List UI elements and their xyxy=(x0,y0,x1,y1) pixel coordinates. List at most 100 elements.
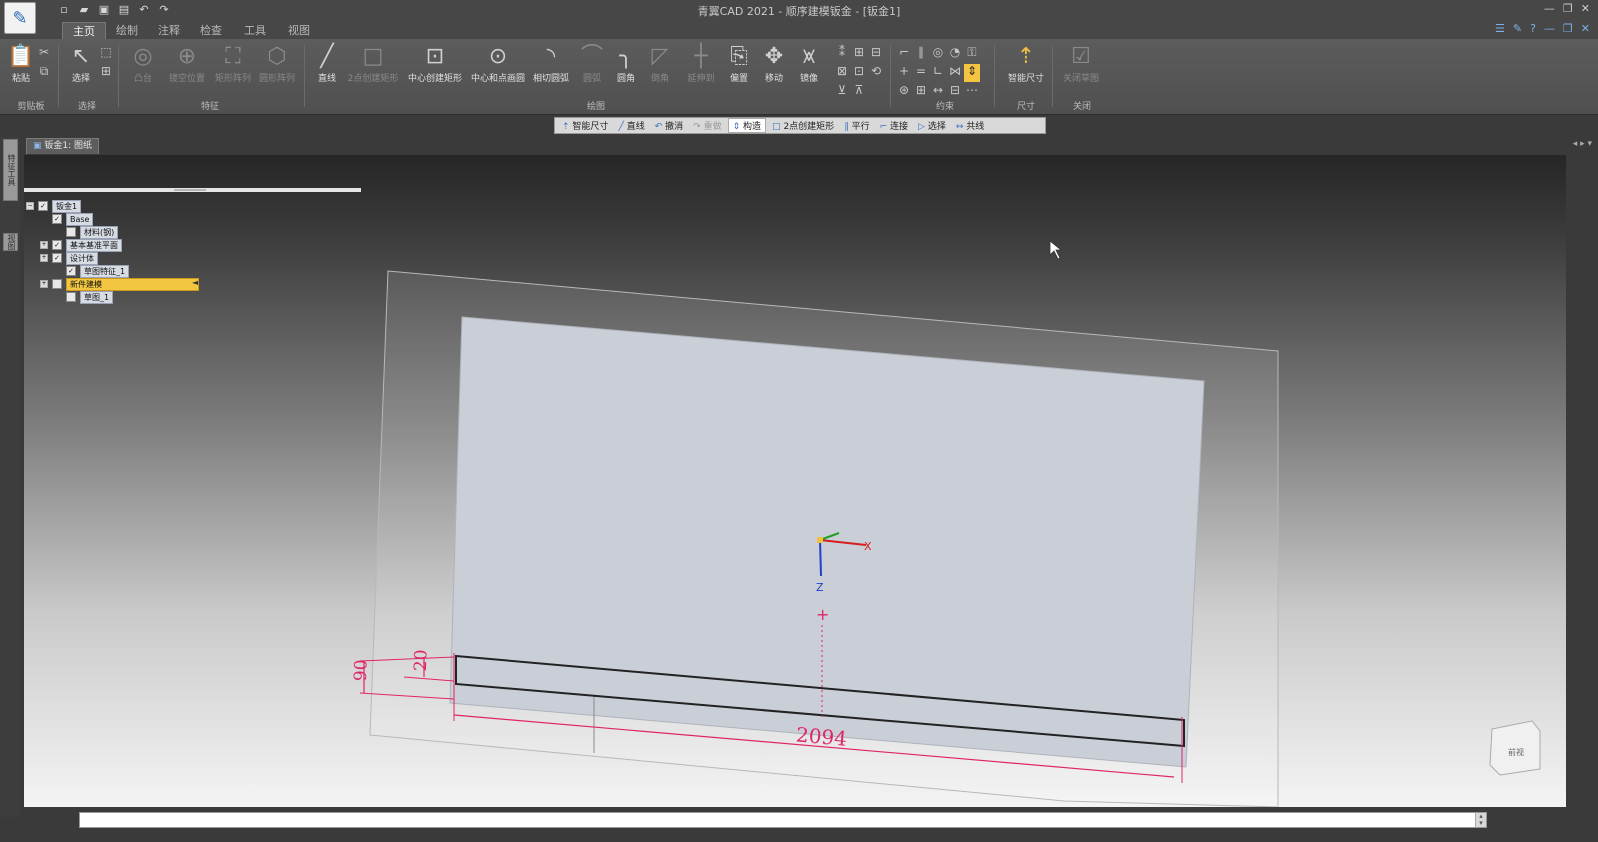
select-group-label: 选择 xyxy=(77,102,96,112)
cmd-connect[interactable]: ⌐ 连接 xyxy=(876,119,912,132)
cmd-smart-dim[interactable]: ⇡ 智能尺寸 xyxy=(558,119,612,132)
circ-pattern-icon: ⬡ xyxy=(267,44,287,69)
cmd-line[interactable]: ╱ 直线 xyxy=(614,119,648,132)
quick-access-toolbar: ▫ ▰ ▣ ▤ ↶ ↷ xyxy=(56,2,172,17)
ribbon-close-icon[interactable]: ✕ xyxy=(1581,22,1590,35)
project-icon[interactable]: ⊞ xyxy=(851,45,867,63)
equal-icon[interactable]: = xyxy=(913,64,929,82)
circle-center-button[interactable]: ⊙ 中心和点画圆 xyxy=(471,43,525,84)
trim-icon[interactable]: ⊠ xyxy=(834,64,850,82)
coincident-icon[interactable]: + xyxy=(896,64,912,82)
mirror-icon: ⩙ xyxy=(802,44,816,69)
mirror-button[interactable]: ⩙ 镜像 xyxy=(788,43,830,84)
cut-icon[interactable]: ✂ xyxy=(36,45,52,63)
origin-point xyxy=(817,537,823,543)
cmd-undo[interactable]: ↶ 撤消 xyxy=(651,119,687,132)
sheet-face xyxy=(449,316,1205,768)
midpoint-marker: + xyxy=(816,605,829,624)
dim-text-height-inner[interactable]: 20 xyxy=(411,649,432,671)
parallel-small-icon: ∥ xyxy=(844,122,849,132)
symmetric-icon[interactable]: ⋈ xyxy=(947,64,963,82)
print-icon[interactable]: ▤ xyxy=(116,2,132,17)
ribbon-restore-icon[interactable]: ❐ xyxy=(1563,22,1573,35)
ribbon-tab-4[interactable]: 工具 xyxy=(234,22,276,39)
ribbon-tab-1[interactable]: 绘制 xyxy=(106,22,148,39)
undo-icon[interactable]: ↶ xyxy=(136,2,152,17)
line-small-icon: ╱ xyxy=(618,122,624,132)
command-line-input[interactable]: ▴ ▾ xyxy=(79,812,1487,828)
clipboard-group-label: 剪贴板 xyxy=(17,102,45,112)
constraint-highlight-icon[interactable]: ⇕ xyxy=(964,64,980,82)
cmd-construct[interactable]: ⇕ 构造 xyxy=(727,118,767,133)
redo-small-icon: ↷ xyxy=(693,122,701,132)
concentric-icon[interactable]: ◎ xyxy=(930,45,946,63)
ribbon-tab-3[interactable]: 检查 xyxy=(190,22,232,39)
ribbon-tab-5[interactable]: 视图 xyxy=(278,22,320,39)
close-icon[interactable]: ✕ xyxy=(1581,2,1590,15)
doc-nav-arrows[interactable]: ◂ ▸ ▾ xyxy=(1573,139,1592,149)
layout-icon[interactable]: ☰ xyxy=(1495,22,1505,35)
tangent-icon[interactable]: ◔ xyxy=(947,45,963,63)
graphics-viewport[interactable]: − ✓ 钣金1 ✓ Base 材料(钢) + ✓ 基本基准平面 + ✓ 设计体 ✓ 草图特征_1 + 新件建模… xyxy=(24,155,1566,807)
select-box-icon[interactable]: ⬚ xyxy=(98,45,114,63)
close-group-label: 关闭 xyxy=(1072,102,1091,112)
view-cube[interactable]: 前视 xyxy=(1489,720,1541,776)
cmd-redo[interactable]: ↷ 重做 xyxy=(689,119,725,132)
constraint-group-label: 约束 xyxy=(935,102,954,112)
minimize-icon[interactable]: — xyxy=(1544,2,1555,15)
help-icon[interactable]: ? xyxy=(1530,22,1536,35)
ribbon-minimize-icon[interactable]: — xyxy=(1544,22,1555,35)
split-icon[interactable]: ⁑ xyxy=(834,45,850,63)
view-tab[interactable]: 视图 xyxy=(3,233,18,251)
rect-center-button[interactable]: ⊡ 中心创建矩形 xyxy=(408,43,462,84)
cursor-arrow-icon: ↖ xyxy=(71,44,91,69)
extend-icon: ┼ xyxy=(694,44,708,69)
dim-text-width[interactable]: 2094 xyxy=(795,722,848,750)
document-tab-bar: ▣ 钣金1: 图纸 ◂ ▸ ▾ xyxy=(20,137,1598,154)
tangent-arc-icon: ◝ xyxy=(546,44,556,69)
view-cube-label: 前视 xyxy=(1508,747,1524,757)
ribbon: 📋 粘贴 ✂ ⧉ 剪贴板 ↖ 选择 ⬚ ⊞ 选择 ◎ 凸台 ⊕ 镂空位置 ⛶ 矩形阵列 ⬡… xyxy=(0,39,1598,115)
style-icon[interactable]: ✎ xyxy=(1513,22,1522,35)
window-title: 青翼CAD 2021 - 顺序建模钣金 - [钣金1] xyxy=(697,5,901,18)
center-rectangle-icon: ⊡ xyxy=(425,44,445,69)
smart-dim-icon: ⇡ xyxy=(562,122,570,132)
restore-icon[interactable]: ❐ xyxy=(1563,2,1573,15)
cmd-parallel[interactable]: ∥ 平行 xyxy=(840,119,873,132)
z-axis-label: Z xyxy=(816,581,824,594)
cmd-rect2[interactable]: □ 2点创建矩形 xyxy=(768,119,838,132)
cmd-select[interactable]: ▷ 选择 xyxy=(914,119,950,132)
select-button[interactable]: ↖ 选择 xyxy=(60,43,102,84)
draw-small-tools: ⁑ ⊞ ⊟ ⊠ ⊡ ⟲ ⊻ ⊼ xyxy=(834,45,884,101)
dimension-group-label: 尺寸 xyxy=(1016,102,1035,112)
open-icon[interactable]: ▰ xyxy=(76,2,92,17)
rotate-icon[interactable]: ⟲ xyxy=(868,64,884,82)
ribbon-tab-2[interactable]: 注释 xyxy=(148,22,190,39)
parallel-icon[interactable]: ∥ xyxy=(913,45,929,63)
select-small-icon: ▷ xyxy=(918,122,925,132)
lock-icon[interactable]: ⚿ xyxy=(964,45,980,63)
scale-icon[interactable]: ⊡ xyxy=(851,64,867,82)
app-feather-logo[interactable]: ✎ xyxy=(4,2,36,34)
redo-icon[interactable]: ↷ xyxy=(156,2,172,17)
include-icon[interactable]: ⊟ xyxy=(868,45,884,63)
separator xyxy=(890,45,891,107)
save-icon[interactable]: ▣ xyxy=(96,2,112,17)
feature-tools-tab[interactable]: 特征工具 xyxy=(3,139,18,201)
new-icon[interactable]: ▫ xyxy=(56,2,72,17)
perpendicular-icon[interactable]: ⌐ xyxy=(896,45,912,63)
rect-2pt-button[interactable]: □ 2点创建矩形 xyxy=(348,43,399,84)
dim-text-height-outer[interactable]: 90 xyxy=(351,659,372,681)
command-line-scroll[interactable]: ▴ ▾ xyxy=(1475,813,1486,827)
cmd-collinear[interactable]: ↔ 共线 xyxy=(952,119,988,132)
rect-small-icon: □ xyxy=(772,122,781,132)
z-axis-line xyxy=(819,539,822,577)
draw-group-label: 绘图 xyxy=(586,102,605,112)
title-bar: 青翼CAD 2021 - 顺序建模钣金 - [钣金1] ▫ ▰ ▣ ▤ ↶ ↷ — ❐ ✕ xyxy=(0,0,1598,20)
horizontal-icon[interactable]: ∟ xyxy=(930,64,946,82)
document-tab[interactable]: ▣ 钣金1: 图纸 xyxy=(26,138,100,154)
ribbon-tab-0[interactable]: 主页 xyxy=(62,22,106,40)
document-icon: ▣ xyxy=(33,141,42,151)
close-sketch-button[interactable]: ☑ 关闭草图 xyxy=(1056,43,1106,84)
rect-pattern-icon: ⛶ xyxy=(225,44,241,69)
